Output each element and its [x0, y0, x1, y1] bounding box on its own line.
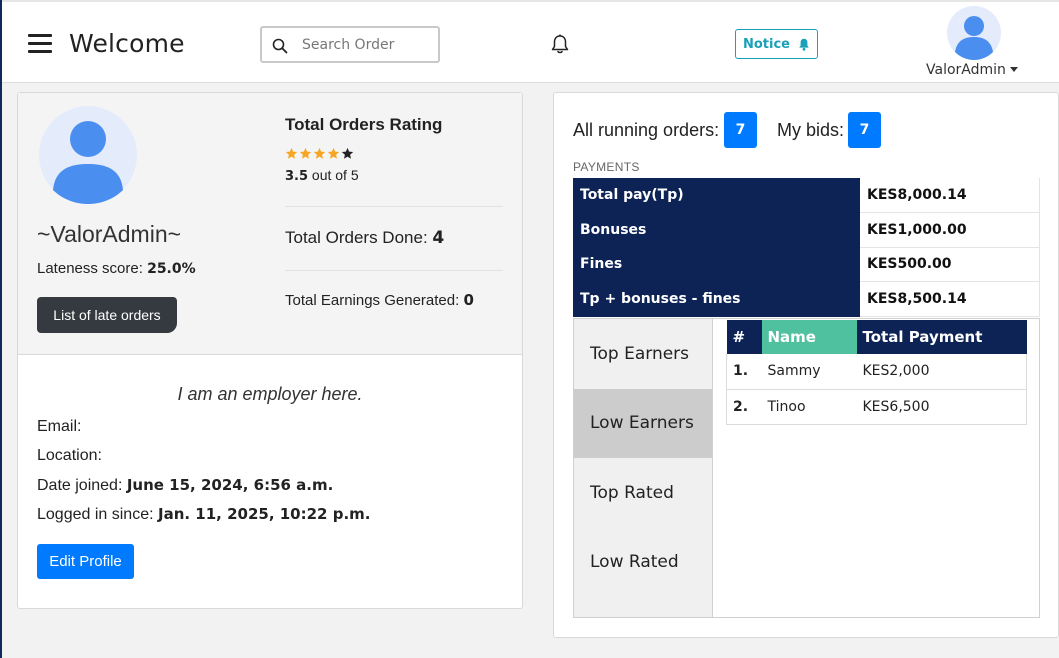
rating-value: 3.5 — [285, 169, 309, 184]
row-name: Tinoo — [761, 389, 857, 425]
payments-row: Tp + bonuses - fines KES8,500.14 — [573, 281, 1040, 317]
payments-table: Total pay(Tp) KES8,000.14 Bonuses KES1,0… — [573, 178, 1040, 317]
profile-avatar — [39, 106, 137, 204]
table-row: 2. Tinoo KES6,500 — [726, 389, 1027, 425]
date-joined-value: June 15, 2024, 6:56 a.m. — [126, 476, 334, 494]
payment-value: KES8,000.14 — [860, 178, 1040, 213]
my-bids-label: My bids: — [777, 120, 845, 140]
left-edge-bar — [0, 0, 2, 658]
payment-value: KES500.00 — [860, 247, 1040, 282]
email-label: Email: — [37, 418, 82, 435]
notice-label: Notice — [742, 36, 790, 52]
brand-title: Welcome — [69, 29, 185, 58]
menu-icon[interactable] — [28, 34, 52, 54]
late-orders-button[interactable]: List of late orders — [37, 297, 177, 333]
caret-down-icon — [1009, 67, 1018, 72]
table-row: 1. Sammy KES2,000 — [726, 354, 1027, 390]
tab-low-rated[interactable]: Low Rated — [574, 528, 712, 598]
rating-suffix: out of 5 — [311, 167, 359, 183]
user-menu-toggle[interactable]: ValorAdmin — [926, 62, 1018, 78]
payments-heading: PAYMENTS — [573, 160, 640, 174]
table-header: # Name Total Payment — [726, 320, 1027, 354]
row-name: Sammy — [761, 354, 857, 390]
orders-done-label: Total Orders Done: — [285, 228, 428, 247]
earnings-generated: Total Earnings Generated: 0 — [285, 291, 474, 309]
tab-top-rated[interactable]: Top Rated — [574, 458, 712, 528]
row-number: 1. — [726, 354, 762, 390]
payment-key: Fines — [573, 247, 860, 282]
profile-card: ~ValorAdmin~ Lateness score: 25.0% List … — [17, 92, 523, 609]
payment-key: Total pay(Tp) — [573, 178, 860, 213]
earners-tabs: Top Earners Low Earners Top Rated Low Ra… — [574, 319, 713, 617]
orders-done-value: 4 — [432, 228, 445, 248]
bell-icon — [799, 38, 809, 51]
payment-value: KES8,500.14 — [860, 281, 1040, 317]
logged-in-label: Logged in since: — [37, 506, 154, 523]
row-payment: KES2,000 — [856, 354, 1027, 390]
rating-text: 3.5 out of 5 — [285, 167, 359, 184]
payment-key: Tp + bonuses - fines — [573, 281, 860, 317]
star-filled-icon — [285, 147, 298, 159]
running-orders-label: All running orders: — [573, 120, 720, 140]
search-icon — [272, 38, 288, 54]
profile-summary: ~ValorAdmin~ Lateness score: 25.0% List … — [18, 93, 522, 355]
divider — [285, 270, 503, 271]
notice-button[interactable]: Notice — [735, 29, 818, 59]
top-navbar: Welcome Notice ValorAdmin — [2, 0, 1059, 83]
location-row: Location: — [37, 447, 102, 465]
rating-title: Total Orders Rating — [285, 115, 443, 134]
earners-table: # Name Total Payment 1. Sammy KES2,000 2… — [726, 320, 1027, 425]
column-header-payment: Total Payment — [856, 320, 1027, 354]
location-label: Location: — [37, 447, 102, 464]
tab-top-earners[interactable]: Top Earners — [574, 319, 712, 389]
email-row: Email: — [37, 418, 81, 436]
star-empty-icon — [341, 147, 354, 159]
rating-stars — [285, 147, 354, 160]
orders-payments-card: All running orders: 7 My bids: 7 PAYMENT… — [553, 92, 1059, 638]
payments-row: Bonuses KES1,000.00 — [573, 212, 1040, 248]
my-bids-badge[interactable]: 7 — [848, 112, 881, 148]
lateness-score: Lateness score: 25.0% — [37, 260, 196, 277]
date-joined-label: Date joined: — [37, 477, 123, 494]
star-filled-icon — [327, 147, 340, 159]
profile-name: ~ValorAdmin~ — [37, 221, 182, 247]
payments-row: Fines KES500.00 — [573, 247, 1040, 282]
lateness-value: 25.0% — [147, 261, 196, 277]
lateness-label: Lateness score: — [37, 260, 143, 277]
row-payment: KES6,500 — [856, 389, 1027, 425]
user-avatar[interactable] — [947, 6, 1001, 60]
payment-value: KES1,000.00 — [860, 212, 1040, 248]
notification-bell-icon[interactable] — [549, 33, 571, 60]
tab-low-earners[interactable]: Low Earners — [574, 388, 712, 458]
date-joined-row: Date joined: June 15, 2024, 6:56 a.m. — [37, 476, 333, 495]
payments-row: Total pay(Tp) KES8,000.14 — [573, 178, 1040, 213]
star-filled-icon — [313, 147, 326, 159]
earnings-value: 0 — [463, 291, 474, 309]
column-header-number: # — [726, 320, 762, 354]
logged-in-value: Jan. 11, 2025, 10:22 p.m. — [157, 505, 371, 523]
running-orders-badge[interactable]: 7 — [724, 112, 757, 148]
star-filled-icon — [299, 147, 312, 159]
search-box[interactable] — [260, 26, 440, 63]
username: ValorAdmin — [926, 62, 1006, 78]
divider — [285, 206, 503, 207]
search-input[interactable] — [302, 34, 432, 56]
edit-profile-button[interactable]: Edit Profile — [37, 544, 134, 579]
earners-panel: Top Earners Low Earners Top Rated Low Ra… — [573, 318, 1040, 618]
logged-in-row: Logged in since: Jan. 11, 2025, 10:22 p.… — [37, 505, 370, 524]
column-header-name: Name — [761, 320, 857, 354]
payment-key: Bonuses — [573, 212, 860, 248]
row-number: 2. — [726, 389, 762, 425]
profile-tagline: I am an employer here. — [177, 384, 363, 404]
earnings-label: Total Earnings Generated: — [285, 292, 460, 309]
orders-done: Total Orders Done: 4 — [285, 228, 444, 248]
